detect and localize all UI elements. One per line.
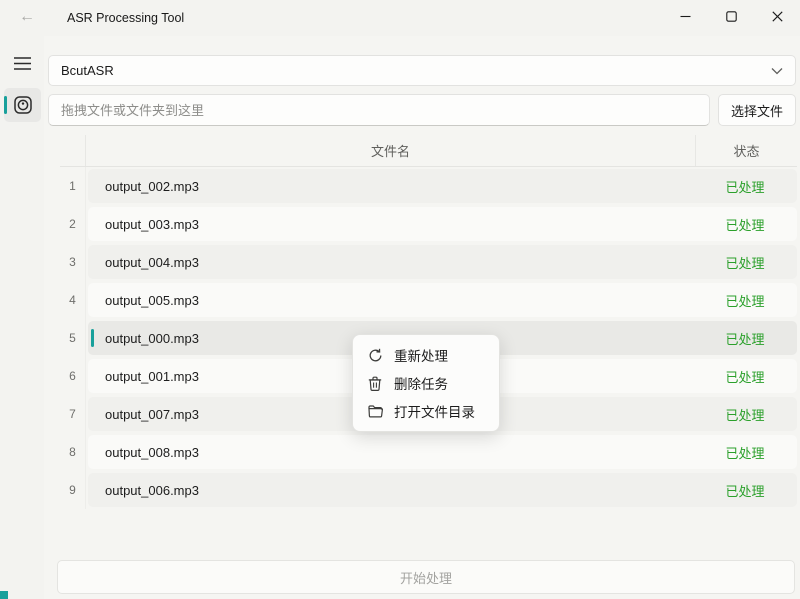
row-content[interactable]: output_008.mp3已处理 [88, 435, 797, 469]
row-filename: output_002.mp3 [88, 179, 693, 194]
table-row[interactable]: 3output_004.mp3已处理 [60, 243, 797, 281]
trash-icon [367, 376, 383, 391]
row-status: 已处理 [693, 443, 797, 462]
row-status: 已处理 [693, 329, 797, 348]
back-button[interactable]: ← [10, 2, 44, 32]
refresh-icon [367, 348, 383, 363]
minimize-button[interactable] [662, 0, 708, 32]
row-status: 已处理 [693, 177, 797, 196]
sidebar-selection-accent [4, 96, 7, 114]
file-table: 文件名 状态 1output_002.mp3已处理2output_003.mp3… [60, 135, 797, 509]
row-filename: output_003.mp3 [88, 217, 693, 232]
row-index: 5 [60, 319, 86, 357]
row-index: 6 [60, 357, 86, 395]
close-button[interactable] [754, 0, 800, 32]
row-filename: output_008.mp3 [88, 445, 693, 460]
header-index [60, 135, 86, 166]
window-title: ASR Processing Tool [67, 0, 184, 36]
minimize-icon [680, 11, 691, 22]
table-header: 文件名 状态 [60, 135, 797, 167]
sidebar [0, 36, 44, 599]
row-status: 已处理 [693, 215, 797, 234]
context-menu-item[interactable]: 重新处理 [353, 341, 499, 369]
bottom-left-accent [0, 591, 8, 599]
hamburger-menu-button[interactable] [6, 48, 38, 78]
row-status: 已处理 [693, 405, 797, 424]
row-content[interactable]: output_004.mp3已处理 [88, 245, 797, 279]
row-index: 7 [60, 395, 86, 433]
header-filename: 文件名 [86, 135, 696, 166]
row-status: 已处理 [693, 367, 797, 386]
table-row[interactable]: 1output_002.mp3已处理 [60, 167, 797, 205]
row-content[interactable]: output_003.mp3已处理 [88, 207, 797, 241]
file-input-row: 选择文件 [48, 94, 796, 126]
row-index: 8 [60, 433, 86, 471]
asr-tool-icon [13, 95, 33, 115]
row-content[interactable]: output_005.mp3已处理 [88, 283, 797, 317]
row-content[interactable]: output_002.mp3已处理 [88, 169, 797, 203]
table-row[interactable]: 4output_005.mp3已处理 [60, 281, 797, 319]
close-icon [772, 11, 783, 22]
row-status: 已处理 [693, 253, 797, 272]
context-menu-item-label: 重新处理 [394, 345, 448, 365]
maximize-icon [726, 11, 737, 22]
app-window: ← ASR Processing Tool [0, 0, 800, 599]
chevron-down-icon [771, 67, 783, 75]
table-row[interactable]: 9output_006.mp3已处理 [60, 471, 797, 509]
row-index: 4 [60, 281, 86, 319]
engine-select-dropdown[interactable]: BcutASR [48, 55, 796, 86]
row-index: 1 [60, 167, 86, 205]
hamburger-icon [14, 57, 31, 70]
table-row[interactable]: 2output_003.mp3已处理 [60, 205, 797, 243]
table-row[interactable]: 8output_008.mp3已处理 [60, 433, 797, 471]
row-index: 2 [60, 205, 86, 243]
engine-select-value: BcutASR [61, 63, 114, 78]
row-filename: output_005.mp3 [88, 293, 693, 308]
row-status: 已处理 [693, 481, 797, 500]
context-menu-item-label: 删除任务 [394, 373, 448, 393]
maximize-button[interactable] [708, 0, 754, 32]
folder-icon [367, 405, 383, 418]
context-menu-item-label: 打开文件目录 [394, 401, 475, 421]
sidebar-item-asr-tool[interactable] [4, 88, 41, 122]
choose-file-button[interactable]: 选择文件 [718, 94, 796, 126]
context-menu-item[interactable]: 打开文件目录 [353, 397, 499, 425]
header-status: 状态 [696, 135, 797, 166]
row-status: 已处理 [693, 291, 797, 310]
row-content[interactable]: output_006.mp3已处理 [88, 473, 797, 507]
context-menu: 重新处理删除任务打开文件目录 [352, 334, 500, 432]
file-drop-input[interactable] [48, 94, 710, 126]
title-bar: ← ASR Processing Tool [0, 0, 800, 36]
window-controls [662, 0, 800, 32]
row-filename: output_004.mp3 [88, 255, 693, 270]
main-content: BcutASR 选择文件 文件名 状态 1output_002.mp3已处理2o… [44, 36, 800, 599]
context-menu-item[interactable]: 删除任务 [353, 369, 499, 397]
start-processing-button[interactable]: 开始处理 [57, 560, 795, 594]
row-filename: output_006.mp3 [88, 483, 693, 498]
row-selection-accent [91, 329, 94, 347]
row-index: 3 [60, 243, 86, 281]
row-index: 9 [60, 471, 86, 509]
